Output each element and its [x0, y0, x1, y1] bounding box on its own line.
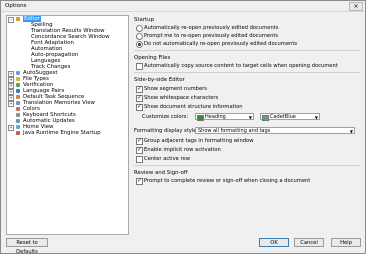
color1-swatch: [197, 115, 204, 121]
opening-files-heading: Opening Files: [134, 55, 171, 61]
folder-icon: [16, 95, 20, 99]
close-icon[interactable]: ×: [349, 2, 363, 11]
folder-icon: [16, 101, 20, 105]
tree-item[interactable]: Java Runtime Engine Startup: [7, 130, 128, 136]
reopen-prompt-radio[interactable]: [136, 33, 143, 40]
cancel-button[interactable]: Cancel: [294, 238, 324, 247]
center-row-checkbox[interactable]: [136, 156, 143, 163]
tree-item-label: Java Runtime Engine Startup: [23, 130, 101, 136]
copy-source-label: Automatically copy source content to tar…: [144, 63, 338, 69]
divider: [134, 72, 360, 73]
folder-icon: [16, 71, 20, 75]
color2-select[interactable]: CadetBlue ▼: [260, 113, 320, 121]
segment-numbers-label: Show segment numbers: [144, 86, 207, 92]
help-button[interactable]: Help: [331, 238, 361, 247]
folder-icon: [16, 125, 20, 129]
formatting-style-label: Formatting display style:: [134, 128, 199, 134]
customize-colors-label: Customize colors:: [142, 114, 189, 120]
folder-icon: [16, 113, 20, 117]
options-tree[interactable]: − Editor Spelling Translation Results Windo…: [6, 15, 129, 235]
implicit-activation-label: Enable implicit row activation: [144, 147, 221, 153]
color1-select[interactable]: Heading ▼: [195, 113, 254, 121]
color2-swatch: [262, 115, 269, 121]
reopen-none-label: Do not automatically re-open previously …: [144, 41, 298, 47]
copy-source-checkbox[interactable]: [136, 63, 143, 70]
structure-info-label: Show document structure information: [144, 104, 243, 110]
whitespace-label: Show whitespace characters: [144, 95, 219, 101]
formatting-style-select[interactable]: Show all formatting and tags ▼: [195, 127, 355, 134]
reopen-auto-label: Automatically re-open previously edited …: [144, 25, 279, 31]
divider: [134, 50, 360, 51]
group-tags-checkbox[interactable]: [136, 137, 143, 145]
reset-defaults-button[interactable]: Reset to Defaults: [6, 238, 48, 255]
reopen-none-radio[interactable]: [136, 41, 143, 48]
divider: [134, 165, 360, 166]
chevron-down-icon: ▼: [314, 115, 318, 120]
center-row-label: Center active row: [144, 156, 190, 162]
side-by-side-heading: Side-by-side Editor: [134, 77, 185, 83]
formatting-style-value: Show all formatting and tags: [198, 128, 271, 134]
folder-icon: [16, 131, 20, 135]
folder-icon: [16, 89, 20, 93]
reopen-auto-radio[interactable]: [136, 25, 143, 32]
whitespace-checkbox[interactable]: [136, 94, 143, 102]
window-title: Options: [5, 3, 27, 9]
segment-numbers-checkbox[interactable]: [136, 85, 143, 93]
color1-value: Heading: [205, 114, 226, 120]
chevron-down-icon: ▼: [349, 129, 353, 134]
review-prompt-checkbox[interactable]: [136, 177, 143, 185]
folder-icon: [16, 77, 20, 81]
startup-heading: Startup: [134, 17, 155, 23]
implicit-activation-checkbox[interactable]: [136, 146, 143, 154]
title-bar: Options ×: [1, 1, 365, 12]
ok-button[interactable]: OK: [259, 238, 289, 247]
reopen-prompt-label: Prompt me to re-open previously edited d…: [144, 33, 279, 39]
folder-icon: [16, 17, 20, 21]
folder-icon: [16, 83, 20, 87]
structure-info-checkbox[interactable]: [136, 103, 143, 111]
folder-icon: [16, 107, 20, 111]
review-prompt-label: Prompt to complete review or sign-off wh…: [144, 178, 311, 184]
color2-value: CadetBlue: [270, 114, 296, 120]
options-dialog: Options × − Editor Spelling Translation Res…: [0, 0, 366, 255]
group-tags-label: Group adjacent tags in formatting window: [144, 138, 254, 144]
editor-settings-panel: Startup Automatically re-open previously…: [134, 15, 362, 233]
folder-icon: [16, 119, 20, 123]
chevron-down-icon: ▼: [248, 115, 252, 120]
review-heading: Review and Sign-off: [134, 170, 188, 176]
